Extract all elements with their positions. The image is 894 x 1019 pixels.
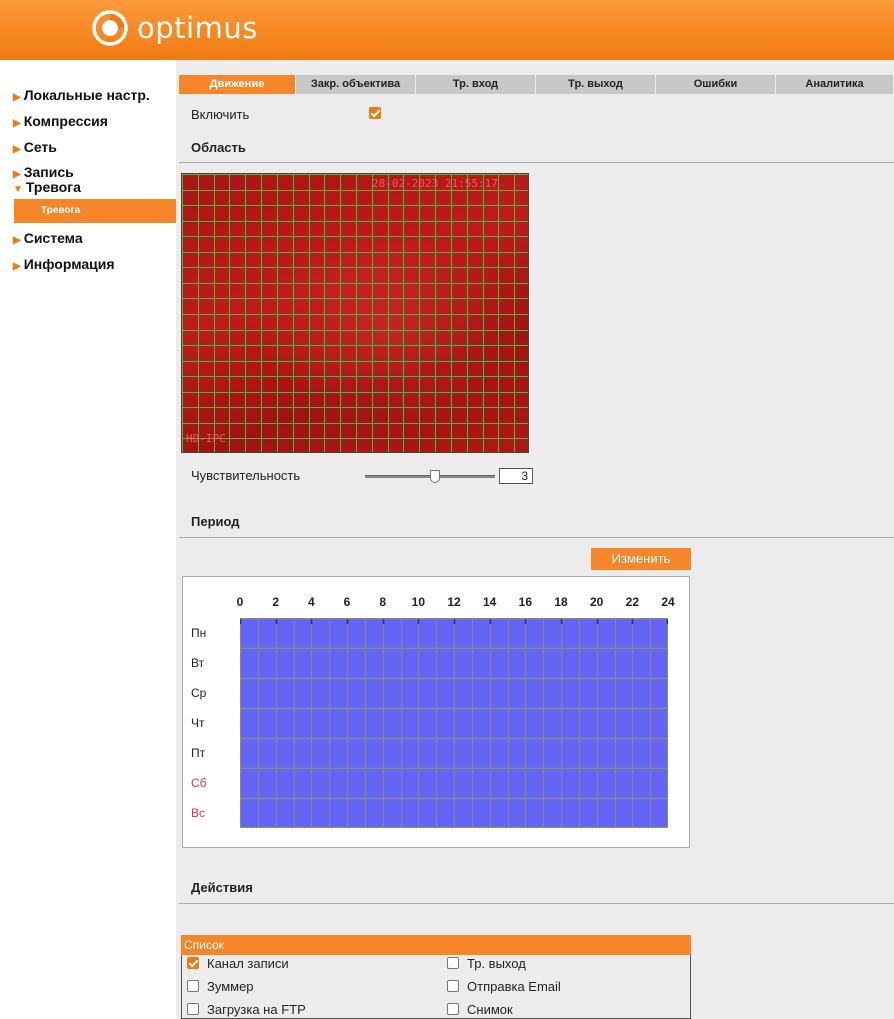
enable-label: Включить [191,107,250,122]
arrow-right-icon: ▶ [13,118,21,129]
header-bar: optimus [0,0,894,60]
sidebar-item-label: Система [23,230,83,246]
day-label: Пн [191,626,207,640]
period-title: Период [191,514,240,529]
enable-checkbox[interactable] [369,107,381,119]
snapshot-checkbox[interactable] [447,1003,459,1015]
sidebar-item-label: Тревога [25,179,81,195]
sensitivity-slider[interactable] [365,470,495,483]
slider-handle[interactable] [430,470,440,483]
sidebar: ▶ Локальные настр. ▶ Компрессия ▶ Сеть ▶ Зап… [0,60,176,1019]
divider [179,162,894,163]
area-title: Область [191,140,246,155]
hour-label: 20 [589,595,604,609]
logo: optimus [92,10,258,46]
actions-list-header: Список [181,935,691,955]
hour-label: 6 [343,595,351,609]
alarm-output-label: Тр. выход [467,956,526,971]
sensitivity-value[interactable]: 3 [499,468,533,484]
sidebar-item-label: Информация [23,256,115,272]
tab-analytics[interactable]: Аналитика [776,75,894,94]
day-label: Пт [191,746,206,760]
motion-grid [182,174,528,452]
sidebar-item-info[interactable]: ▶ Информация [13,256,115,272]
day-label: Чт [191,716,205,730]
tab-alarm-output[interactable]: Тр. выход [536,75,656,94]
arrow-right-icon: ▶ [13,144,21,155]
edit-schedule-button[interactable]: Изменить [591,548,691,570]
brand-name: optimus [137,11,258,45]
hour-label: 10 [411,595,425,609]
sidebar-item-label: Сеть [23,139,57,155]
main-panel: Движение Закр. объектива Тр. вход Тр. вы… [176,60,894,1019]
hour-label: 2 [272,595,279,609]
hour-label: 22 [625,595,639,609]
hour-label: 18 [554,595,568,609]
record-channel-checkbox[interactable] [187,957,199,969]
tab-errors[interactable]: Ошибки [656,75,776,94]
divider [179,537,894,538]
sidebar-item-compression[interactable]: ▶ Компрессия [13,113,108,129]
arrow-right-icon: ▶ [13,235,21,246]
sidebar-item-system[interactable]: ▶ Система [13,230,83,246]
tab-bar: Движение Закр. объектива Тр. вход Тр. вы… [179,75,894,94]
arrow-down-icon: ▼ [13,184,23,195]
hour-label: 4 [307,595,315,609]
osd-timestamp: 28-02-2023 21:55:17 [372,177,498,190]
day-label: Вт [191,656,205,670]
sidebar-item-label: Компрессия [23,113,108,129]
divider [179,903,894,904]
tab-motion[interactable]: Движение [179,75,296,94]
hour-label: 8 [379,595,386,609]
schedule-panel: 0 2 4 6 8 10 12 14 16 18 20 22 24 Пн Вт Ср Чт Пт Сб Вс [182,576,690,848]
send-email-checkbox[interactable] [447,980,459,992]
day-label: Сб [191,776,207,790]
sidebar-item-label: Запись [23,164,74,180]
hour-label: 24 [661,595,675,609]
ftp-upload-checkbox[interactable] [187,1003,199,1015]
day-label: Ср [191,686,207,700]
hour-label: 16 [518,595,532,609]
snapshot-label: Снимок [467,1002,513,1017]
sidebar-item-alarm[interactable]: ▼ Тревога [13,179,81,195]
sidebar-item-local-settings[interactable]: ▶ Локальные настр. [13,87,150,103]
tab-lens-cover[interactable]: Закр. объектива [296,75,416,94]
sidebar-item-network[interactable]: ▶ Сеть [13,139,57,155]
hour-label: 14 [482,595,497,609]
schedule-grid[interactable] [239,617,669,829]
arrow-right-icon: ▶ [13,261,21,272]
alarm-output-checkbox[interactable] [447,957,459,969]
optimus-logo-icon [92,10,128,46]
send-email-label: Отправка Email [467,979,561,994]
day-label: Вс [191,806,206,820]
record-channel-label: Канал записи [207,956,289,971]
sidebar-item-record[interactable]: ▶ Запись [13,164,74,180]
hour-label: 12 [447,595,461,609]
buzzer-checkbox[interactable] [187,980,199,992]
osd-camera-name: HD-IPC [186,432,226,445]
tab-alarm-input[interactable]: Тр. вход [416,75,536,94]
sensitivity-label: Чувствительность [191,468,301,483]
hour-label: 0 [236,595,244,609]
motion-area-canvas[interactable]: 28-02-2023 21:55:17 HD-IPC [181,173,529,453]
sidebar-item-label: Локальные настр. [23,87,150,103]
buzzer-label: Зуммер [207,979,254,994]
actions-title: Действия [191,880,253,895]
sidebar-subitem-alarm[interactable]: Тревога [14,199,176,223]
arrow-right-icon: ▶ [13,92,21,103]
ftp-upload-label: Загрузка на FTP [207,1002,306,1017]
